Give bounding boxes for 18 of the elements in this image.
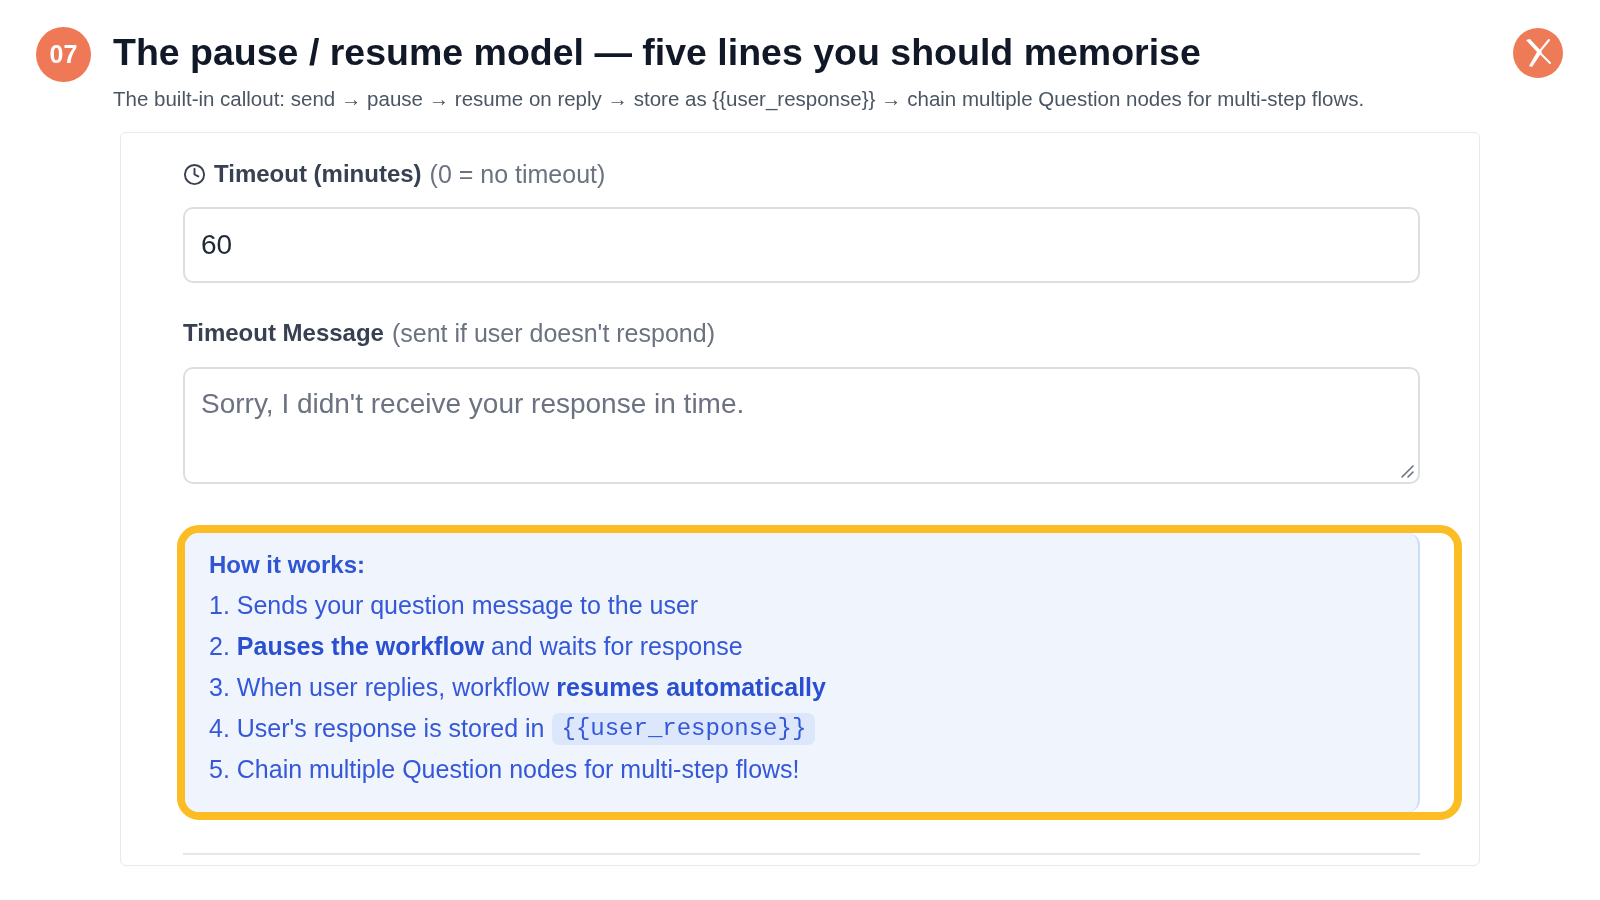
field-label: Timeout Message [183, 319, 384, 347]
step-number-badge: 07 [36, 27, 91, 82]
message-textarea[interactable]: Sorry, I didn't receive your response in time. [183, 367, 1420, 484]
step-text: 4. User's response is stored in [209, 713, 545, 744]
field-hint: (sent if user doesn't respond) [391, 318, 715, 348]
timeout-input[interactable]: 60 [183, 207, 1420, 283]
field-hint: (0 = no timeout) [429, 159, 606, 189]
logo-icon [1513, 28, 1563, 78]
code-snippet: {{user_response}} [552, 712, 816, 745]
step-text: 2. Pauses the workflow and waits for response [209, 631, 743, 662]
step-text: 1. Sends your question message to the user [209, 590, 699, 621]
resize-grip-icon[interactable] [1400, 464, 1414, 478]
step-text: 5. Chain multiple Question nodes for multi-step flows! [209, 754, 800, 785]
page-title: The pause / resume model — five lines you should memorise [113, 30, 1201, 75]
step-text: 3. When user replies, workflow resumes automatically [209, 672, 826, 703]
page-subtitle: The built-in callout: send → pause → resume on reply → store as {{user_response}} → chain multiple Question nodes for multi-step flows. [113, 87, 1365, 111]
callout-title: How it works: [209, 550, 365, 580]
field-label: Timeout (minutes) [214, 160, 422, 188]
